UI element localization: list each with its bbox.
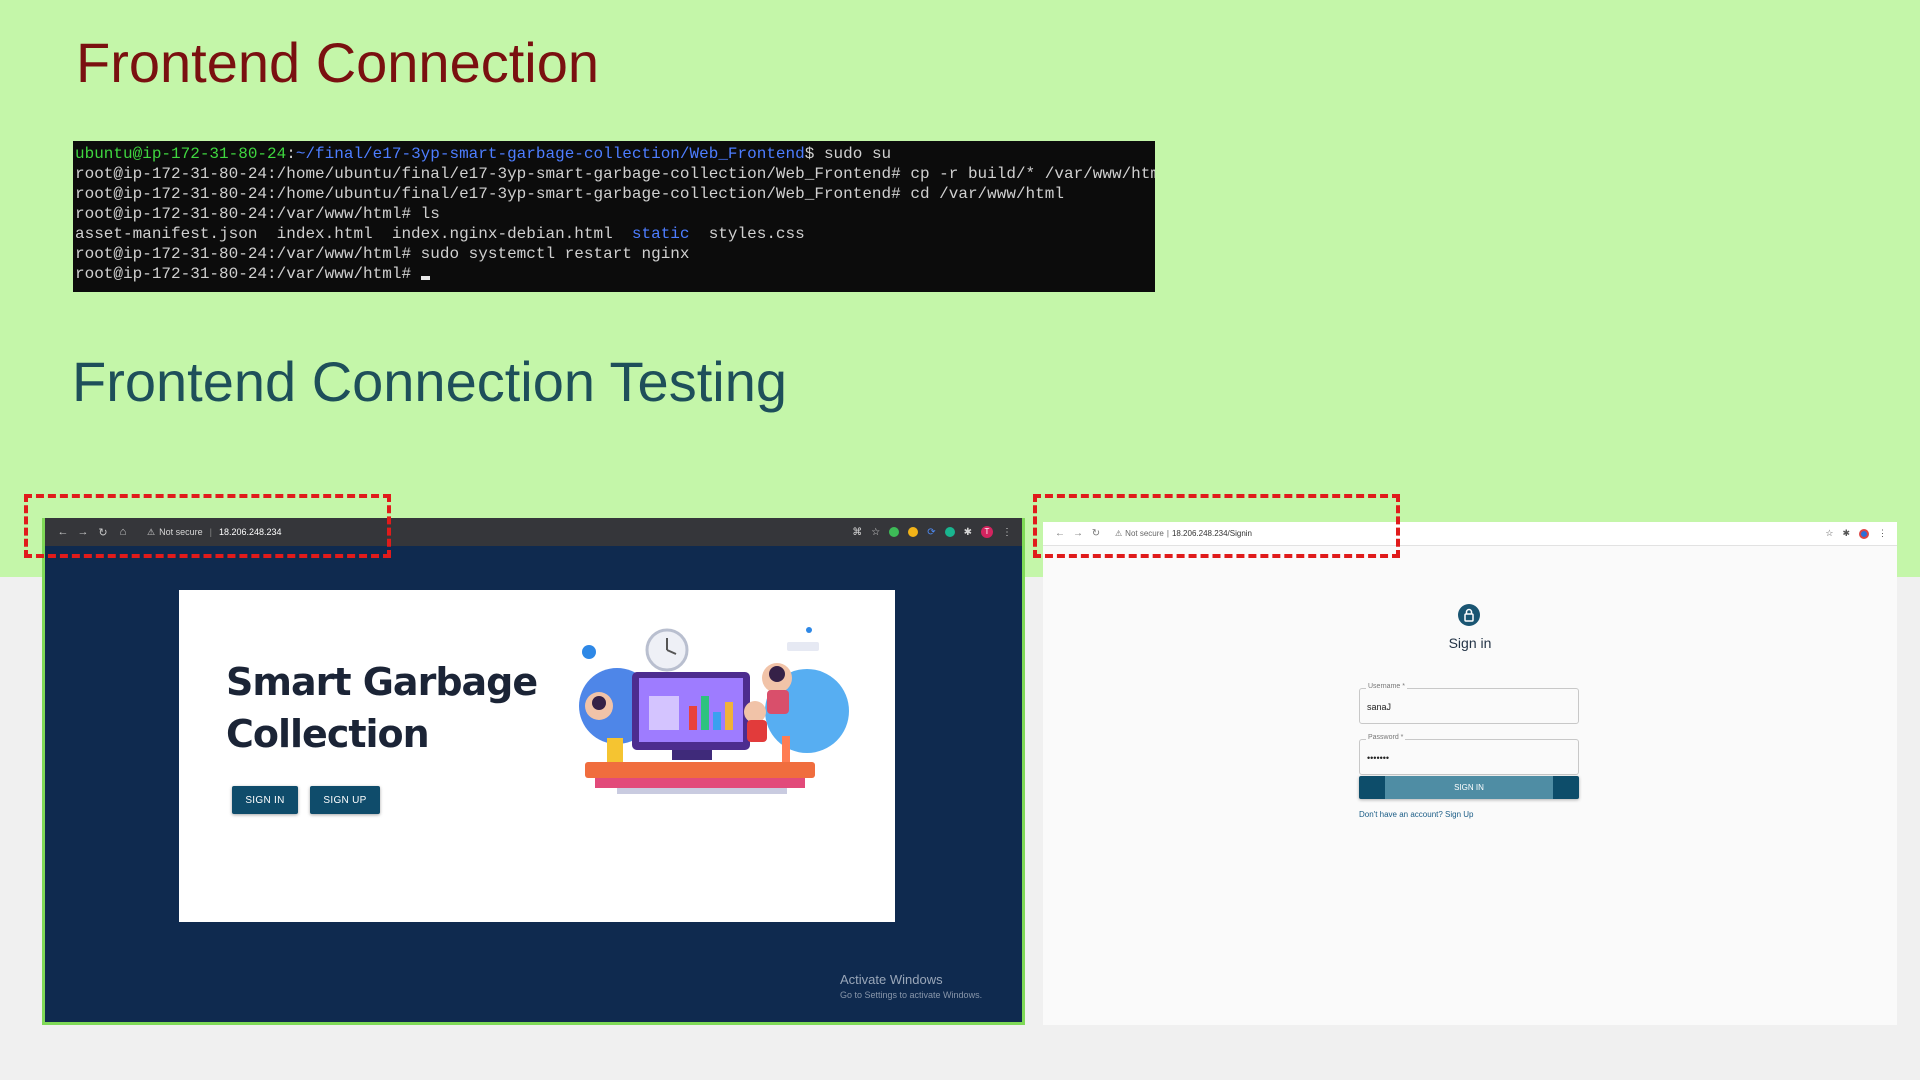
extension-icon[interactable] (908, 527, 919, 537)
signup-link[interactable]: Don't have an account? Sign Up (1359, 810, 1474, 819)
address-highlight-right (1033, 494, 1400, 558)
terminal-line: root@ip-172-31-80-24:/home/ubuntu/final/… (75, 185, 1064, 203)
username-label: Username * (1366, 683, 1407, 690)
shield-extension-icon[interactable] (889, 527, 900, 537)
sync-extension-icon[interactable]: ⟳ (927, 527, 935, 538)
slide-title-connection: Frontend Connection (76, 31, 600, 94)
signin-page-screenshot: ← → ↻ ⚠ Not secure | 18.206.248.234/Sign… (1043, 522, 1897, 1025)
signin-submit-button[interactable]: SIGN IN (1359, 776, 1579, 799)
terminal-prompt[interactable]: root@ip-172-31-80-24:/var/www/html# (75, 264, 1155, 284)
username-value: sanaJ (1367, 702, 1392, 712)
terminal-user-host: ubuntu@ip-172-31-80-24 (75, 145, 287, 163)
terminal-window[interactable]: ubuntu@ip-172-31-80-24:~/final/e17-3yp-s… (73, 141, 1155, 292)
slide-title-testing: Frontend Connection Testing (72, 350, 787, 413)
lock-avatar (1458, 604, 1480, 626)
username-field[interactable]: Username * sanaJ (1359, 683, 1579, 724)
dashboard-illustration (579, 627, 849, 794)
signin-heading: Sign in (1448, 635, 1492, 651)
terminal-colon: : (286, 145, 296, 163)
lock-icon (1464, 608, 1474, 622)
sign-up-button[interactable]: SIGN UP (310, 786, 380, 814)
activate-windows-title: Activate Windows (840, 972, 943, 987)
bookmark-star-icon[interactable]: ☆ (1825, 528, 1833, 539)
profile-avatar[interactable]: T (981, 526, 993, 538)
hero-card: Smart Garbage Collection SIGN IN SIGN UP (179, 590, 895, 922)
more-menu-icon[interactable]: ⋮ (1878, 528, 1887, 539)
terminal-path: ~/final/e17-3yp-smart-garbage-collection… (295, 145, 805, 163)
activate-windows-subtitle: Go to Settings to activate Windows. (840, 990, 983, 1000)
terminal-line: ubuntu@ip-172-31-80-24:~/final/e17-3yp-s… (75, 144, 1155, 164)
puzzle-extensions-icon[interactable]: ✱ (964, 527, 972, 538)
password-field[interactable]: Password * ••••••• (1359, 734, 1579, 775)
sign-in-button[interactable]: SIGN IN (232, 786, 298, 814)
landing-page-screenshot: ← → ↻ ⌂ ⚠ Not secure | 18.206.248.234 ⌘ … (42, 518, 1025, 1025)
bookmark-star-icon[interactable]: ☆ (871, 527, 880, 538)
keyboard-shortcut-icon[interactable]: ⌘ (852, 527, 862, 538)
profile-avatar[interactable] (1859, 528, 1869, 539)
terminal-prompt-text: root@ip-172-31-80-24:/var/www/html# (75, 265, 421, 283)
signin-submit-label: SIGN IN (1454, 783, 1484, 792)
terminal-files: asset-manifest.json index.html index.ngi… (75, 225, 632, 243)
grammarly-extension-icon[interactable] (944, 527, 955, 537)
puzzle-extensions-icon[interactable]: ✱ (1842, 528, 1850, 539)
password-value: ••••••• (1367, 753, 1390, 763)
address-highlight-left (24, 494, 391, 558)
terminal-files: styles.css (689, 225, 805, 243)
terminal-line: root@ip-172-31-80-24:/var/www/html# sudo… (75, 245, 690, 263)
terminal-cursor (420, 276, 430, 280)
terminal-line: root@ip-172-31-80-24:/home/ubuntu/final/… (75, 165, 1155, 183)
terminal-line: root@ip-172-31-80-24:/var/www/html# ls (75, 205, 440, 223)
hero-title-line: Smart Garbage (226, 660, 538, 704)
more-menu-icon[interactable]: ⋮ (1002, 527, 1012, 538)
activate-windows-watermark: Activate Windows Go to Settings to activ… (840, 972, 982, 1000)
hero-title-line: Collection (226, 712, 430, 756)
terminal-command: $ sudo su (804, 145, 892, 163)
password-label: Password * (1366, 734, 1406, 741)
terminal-dir-static: static (631, 225, 690, 243)
terminal-line: asset-manifest.json index.html index.ngi… (75, 224, 1155, 244)
hero-title: Smart Garbage Collection (226, 656, 586, 760)
